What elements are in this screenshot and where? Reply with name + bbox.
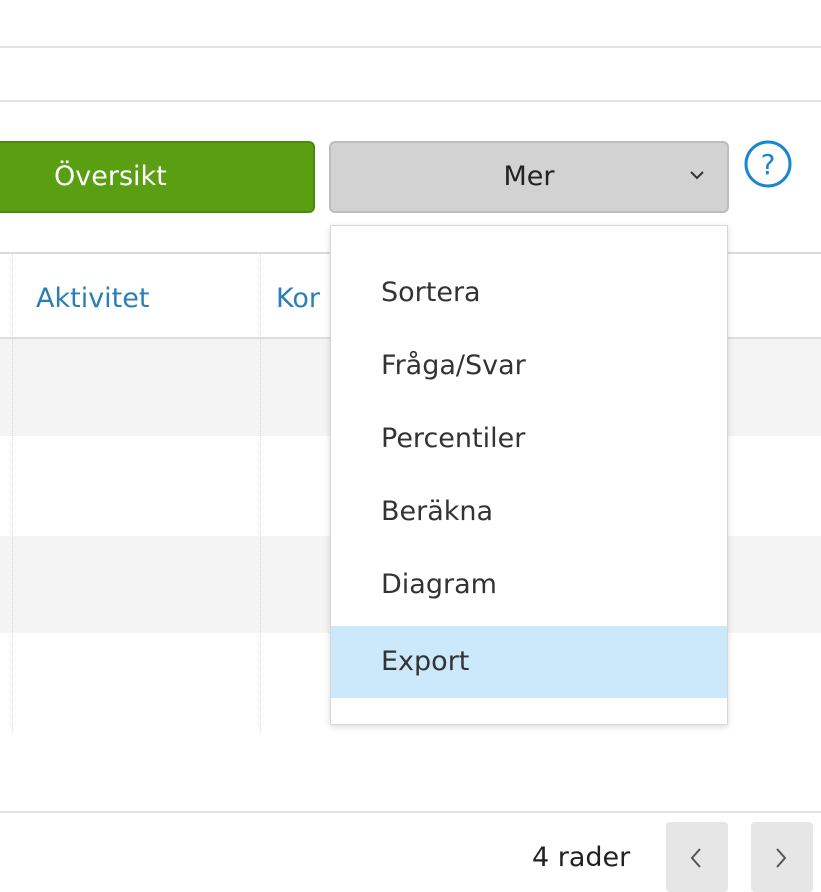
- top-divider: [0, 46, 821, 48]
- second-divider: [0, 100, 821, 102]
- row-count: 4 rader: [532, 842, 631, 873]
- next-page-button[interactable]: [751, 822, 813, 892]
- chevron-left-icon: [690, 848, 701, 868]
- menu-item-sortera[interactable]: Sortera: [331, 257, 727, 329]
- mer-dropdown-menu: Sortera Fråga/Svar Percentiler Beräkna D…: [330, 225, 728, 725]
- menu-item-berakna[interactable]: Beräkna: [331, 476, 727, 548]
- menu-item-percentiler[interactable]: Percentiler: [331, 403, 727, 475]
- menu-item-diagram[interactable]: Diagram: [331, 549, 727, 621]
- column-header-aktivitet[interactable]: Aktivitet: [24, 254, 149, 339]
- oversikt-button[interactable]: Översikt: [0, 141, 315, 213]
- mer-dropdown-button[interactable]: Mer: [329, 141, 729, 213]
- footer-divider: [0, 811, 821, 813]
- column-header-kor[interactable]: Kor: [264, 254, 320, 339]
- column-divider: [12, 252, 13, 732]
- mer-label: Mer: [503, 161, 555, 192]
- chevron-down-icon: [690, 171, 704, 180]
- menu-item-export[interactable]: Export: [331, 626, 727, 698]
- column-divider: [260, 252, 261, 732]
- help-glyph: ?: [761, 148, 776, 181]
- menu-item-fraga-svar[interactable]: Fråga/Svar: [331, 330, 727, 402]
- question-circle-icon[interactable]: ?: [740, 139, 796, 189]
- chevron-right-icon: [776, 848, 787, 868]
- previous-page-button[interactable]: [666, 822, 728, 892]
